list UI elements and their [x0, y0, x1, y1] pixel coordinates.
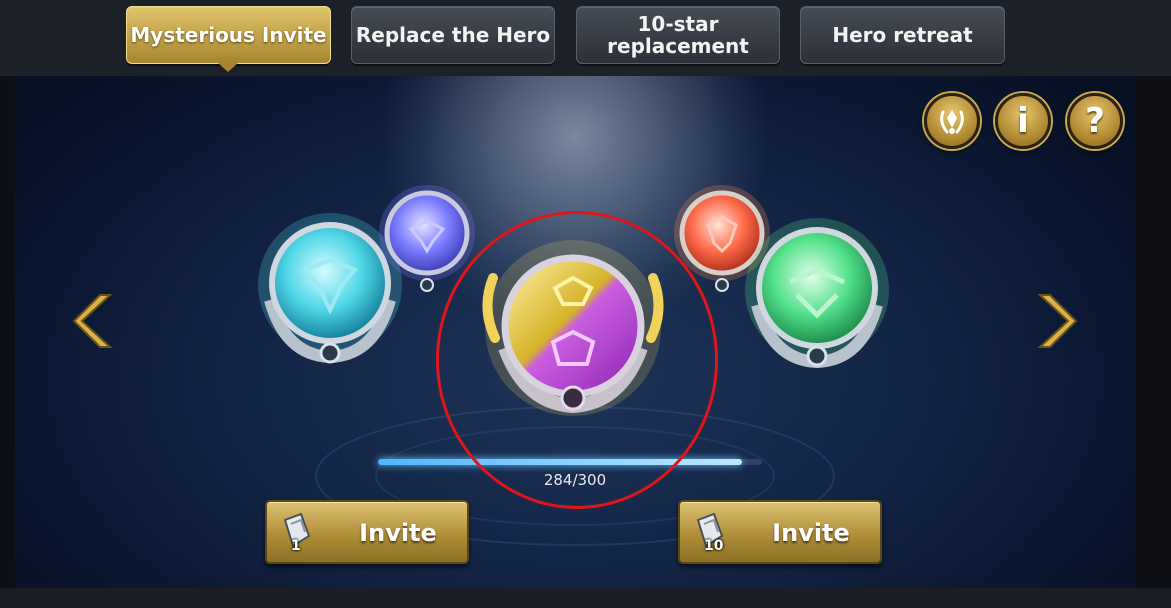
top-tab-bar: Mysterious Invite Replace the Hero 10-st…	[0, 0, 1171, 76]
previous-arrow[interactable]	[70, 291, 120, 351]
tab-hero-retreat[interactable]: Hero retreat	[800, 6, 1005, 64]
invite-count: 10	[704, 538, 724, 554]
tab-label: 10-star replacement	[607, 12, 749, 58]
question-icon: ?	[1085, 101, 1105, 141]
tab-label: Hero retreat	[832, 23, 973, 47]
featured-gold-pink-orb[interactable]	[475, 238, 675, 428]
invite-10-button[interactable]: 10 Invite	[678, 500, 882, 564]
tab-10-star-replacement[interactable]: 10-star replacement	[576, 6, 780, 64]
info-icon: i	[1017, 101, 1029, 141]
laurel-crest-button[interactable]	[924, 93, 980, 149]
bottom-edge-strip	[0, 588, 1171, 608]
tab-label: Mysterious Invite	[130, 23, 327, 47]
invite-label: Invite	[772, 519, 850, 547]
active-tab-pointer	[218, 63, 238, 72]
right-edge-strip	[1136, 76, 1171, 588]
help-button[interactable]: ?	[1067, 93, 1123, 149]
invite-label: Invite	[359, 519, 437, 547]
laurel-crest-icon	[940, 110, 964, 134]
green-orb[interactable]	[735, 210, 915, 390]
progress-text: 284/300	[543, 471, 607, 489]
invite-1-button[interactable]: 1 Invite	[265, 500, 469, 564]
tab-label: Replace the Hero	[355, 23, 551, 47]
next-arrow[interactable]	[1030, 291, 1080, 351]
tab-mysterious-invite[interactable]: Mysterious Invite	[126, 6, 331, 64]
progress-fill	[378, 459, 742, 465]
tab-replace-the-hero[interactable]: Replace the Hero	[351, 6, 555, 64]
invite-count: 1	[291, 538, 301, 554]
chevron-left-icon	[72, 294, 113, 348]
progress-bar	[378, 459, 762, 465]
chevron-right-icon	[1037, 294, 1078, 348]
info-button[interactable]: i	[995, 93, 1051, 149]
violet-orb[interactable]	[375, 185, 485, 305]
